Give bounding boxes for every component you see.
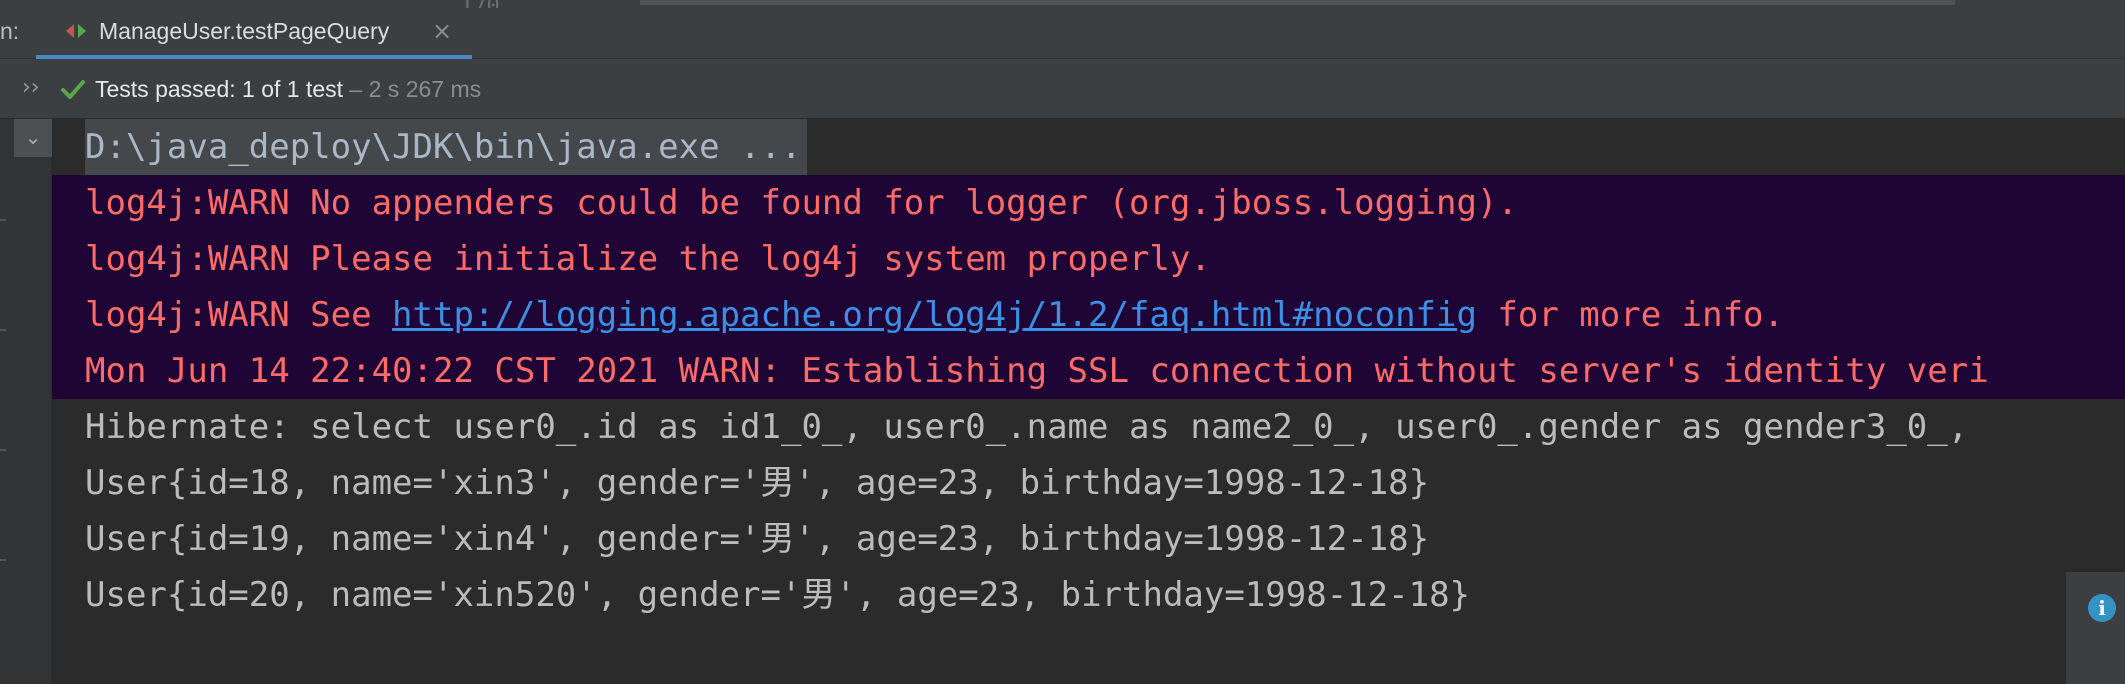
tab-manageuser-testpagequery[interactable]: ManageUser.testPageQuery × [36,0,472,59]
warn-see-prefix: log4j:WARN See [85,295,393,335]
gutter-marker [0,329,6,331]
tab-title: ManageUser.testPageQuery [99,18,390,44]
log4j-faq-link[interactable]: http://logging.apache.org/log4j/1.2/faq.… [392,295,1477,335]
warn-see-suffix: for more info. [1476,295,1784,335]
test-run-icon [66,24,86,38]
console-command-line: D:\java_deploy\JDK\bin\java.exe ... [52,119,808,175]
gutter-marker [0,559,6,561]
status-total: of 1 test [254,76,344,102]
close-icon[interactable]: × [432,17,452,45]
console-output-line: User{id=19, name='xin4', gender='男', age… [85,519,1430,559]
console-warn-line: Mon Jun 14 22:40:22 CST 2021 WARN: Estab… [52,343,2125,399]
run-label: n: [0,18,20,44]
fold-toggle-icon[interactable]: ⌄ [14,119,52,157]
info-icon[interactable]: i [2088,594,2116,622]
test-duration: – 2 s 267 ms [343,76,482,102]
console-sql-line: Hibernate: select user0_.id as id1_0_, u… [85,407,1969,447]
gutter-marker [0,219,6,221]
status-prefix: Tests passed: [95,76,243,102]
console-warn-line: log4j:WARN See http://logging.apache.org… [52,287,2125,343]
console-output-line: User{id=20, name='xin520', gender='男', a… [85,575,1471,615]
passed-count: 1 [242,76,255,102]
console-output[interactable]: D:\java_deploy\JDK\bin\java.exe ... log4… [52,119,2125,684]
tab-bar: 170 n: ManageUser.testPageQuery × [0,0,2125,59]
console-warn-line: log4j:WARN Please initialize the log4j s… [52,231,2125,287]
left-gutter [0,119,52,684]
console-warn-line: log4j:WARN No appenders could be found f… [52,175,2125,231]
java-command[interactable]: D:\java_deploy\JDK\bin\java.exe ... [85,119,808,175]
expand-tree-icon[interactable]: ›› [22,75,40,100]
horizontal-scrollbar[interactable] [640,0,1955,5]
check-icon [61,80,85,99]
test-status-text: Tests passed: 1 of 1 test – 2 s 267 ms [95,76,481,103]
test-status-bar: ›› Tests passed: 1 of 1 test – 2 s 267 m… [0,59,2125,119]
side-panel-button: i [2065,572,2125,684]
run-tool-window: 170 n: ManageUser.testPageQuery × ›› Tes… [0,0,2125,684]
console-output-line: User{id=18, name='xin3', gender='男', age… [85,463,1430,503]
gutter-marker [0,449,6,451]
